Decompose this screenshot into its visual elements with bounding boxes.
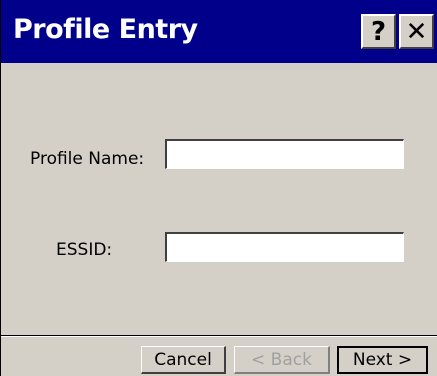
window-title: Profile Entry xyxy=(13,14,198,45)
essid-label: ESSID: xyxy=(56,240,113,260)
help-button[interactable]: ? xyxy=(361,14,396,49)
profile-entry-dialog: Profile Entry ? ✕ Profile Name: ESSID: C… xyxy=(0,0,437,376)
profile-name-input[interactable] xyxy=(165,139,404,169)
close-icon: ✕ xyxy=(405,16,428,47)
next-button[interactable]: Next > xyxy=(337,346,428,374)
help-icon: ? xyxy=(370,16,387,47)
profile-name-label: Profile Name: xyxy=(30,149,145,169)
back-button[interactable]: < Back xyxy=(234,346,330,374)
cancel-button[interactable]: Cancel xyxy=(141,346,226,374)
button-bar-divider xyxy=(1,335,437,337)
essid-input[interactable] xyxy=(165,232,404,262)
close-button[interactable]: ✕ xyxy=(399,14,434,49)
title-bar: Profile Entry ? ✕ xyxy=(1,0,437,63)
